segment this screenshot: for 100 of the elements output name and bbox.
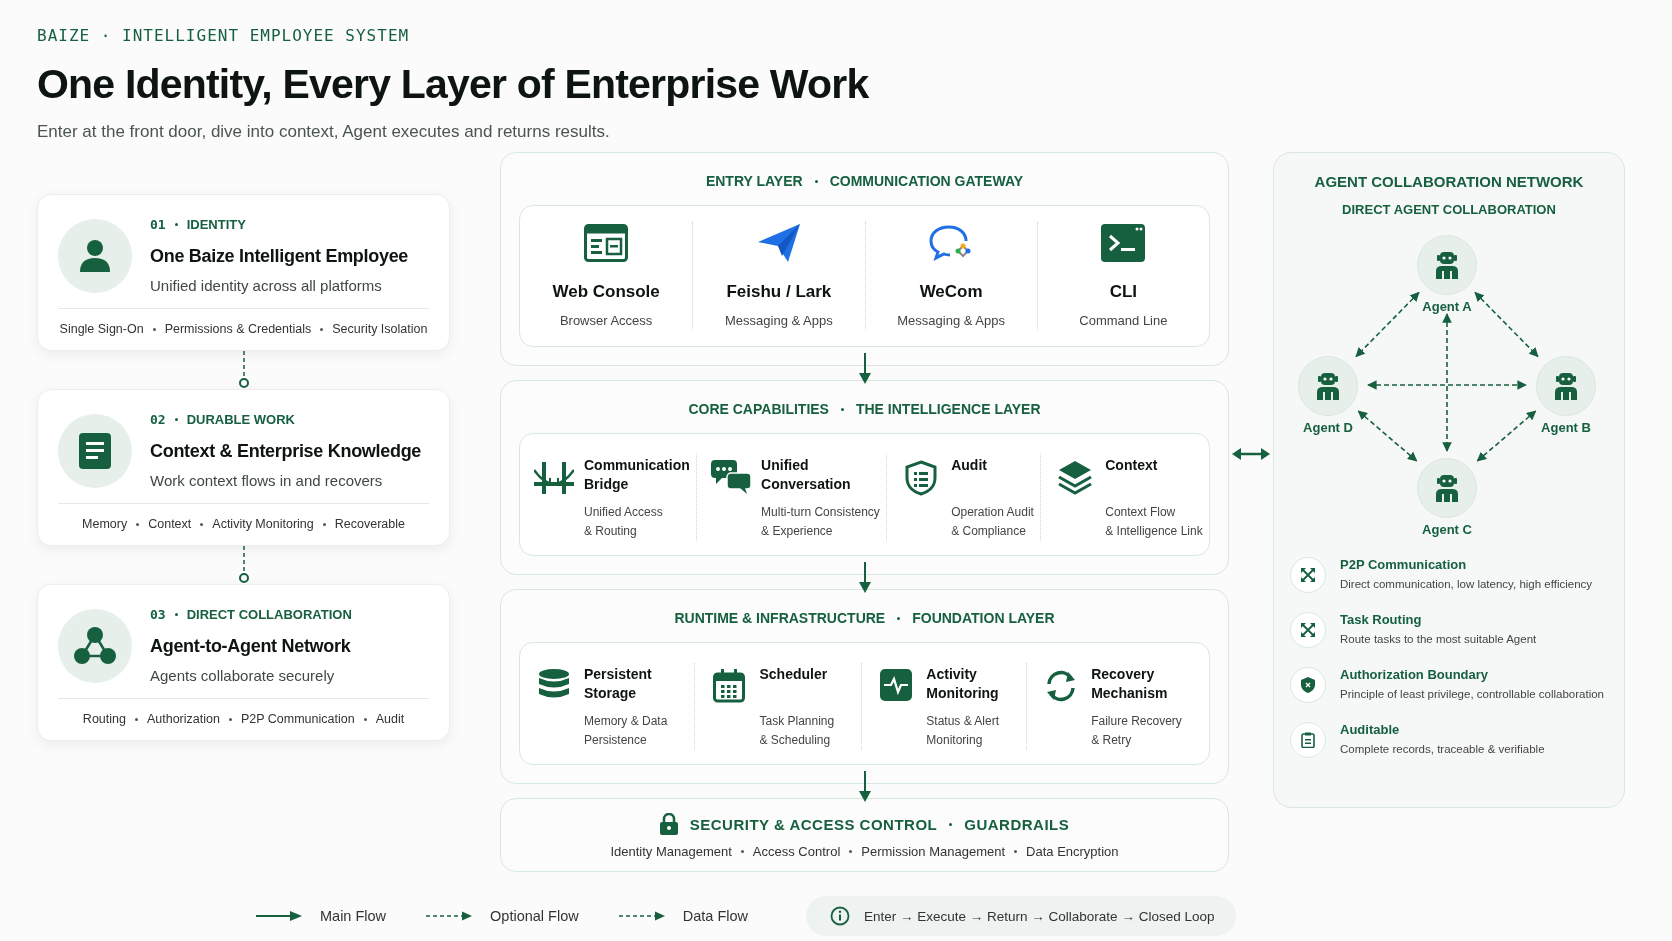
lock-icon — [659, 813, 678, 835]
module-name: Context — [1105, 456, 1159, 475]
layer-heading: CORE CAPABILITIES — [688, 401, 829, 417]
separator-dot — [840, 407, 844, 411]
pillar-tag: Memory — [82, 517, 128, 531]
pillar-title: Context & Enterprise Knowledge — [150, 441, 422, 462]
channel-description: Messaging & Apps — [897, 313, 1005, 328]
pillar-title: Agent-to-Agent Network — [150, 636, 352, 657]
robot-icon — [1314, 372, 1342, 400]
feature-description: Complete records, traceable & verifiable — [1340, 743, 1545, 755]
module-description: Operation Audit & Compliance — [951, 504, 1034, 540]
module-description: Task Planning & Scheduling — [759, 713, 835, 749]
channel-name: WeCom — [919, 282, 983, 302]
calendar-icon — [713, 669, 746, 703]
separator-dot — [200, 522, 204, 526]
network-subtitle: DIRECT AGENT COLLABORATION — [1341, 202, 1557, 217]
pillar-tag: Context — [148, 517, 192, 531]
pillar-tag: Permissions & Credentials — [164, 322, 312, 336]
channel-name: Web Console — [552, 282, 660, 302]
guardrail-tag: Identity Management — [610, 844, 732, 859]
feature-title: Task Routing — [1340, 612, 1423, 627]
channel-name: CLI — [1109, 282, 1138, 302]
info-icon — [830, 906, 850, 926]
loop-note: Enter → Execute → Return → Collaborate → Closed Loop — [864, 908, 1215, 924]
layer-subheading: COMMUNICATION GATEWAY — [829, 173, 1024, 189]
separator-dot — [136, 522, 140, 526]
page-title: One Identity, Every Layer of Enterprise Work — [37, 61, 870, 108]
agent-name: Agent A — [1422, 299, 1472, 314]
robot-icon — [1433, 474, 1461, 502]
feature-description: Route tasks to the most suitable Agent — [1340, 633, 1537, 645]
channel-description: Command Line — [1079, 313, 1168, 328]
pillar-title: One Baize Intelligent Employee — [150, 246, 409, 267]
module-description: Status & Alert Monitoring — [926, 713, 1000, 749]
layer-subheading: GUARDRAILS — [964, 815, 1070, 833]
pillar-tag: Single Sign-On — [59, 322, 144, 336]
separator-dot — [322, 522, 326, 526]
pillar-tag: Activity Monitoring — [212, 517, 314, 531]
module-description: Unified Access & Routing — [584, 504, 664, 540]
shield-icon — [1301, 677, 1315, 693]
separator-dot — [174, 613, 178, 616]
separator-dot — [363, 717, 367, 721]
document-icon — [79, 433, 111, 469]
paper-plane-icon — [757, 224, 800, 262]
agent-name: Agent D — [1303, 420, 1353, 435]
pillar-number: 01 — [150, 217, 166, 232]
separator-dot — [849, 850, 853, 853]
pulse-icon — [880, 669, 913, 701]
dashed-arrow — [426, 910, 473, 922]
module-name: Scheduler — [759, 665, 829, 684]
network-icon — [73, 626, 117, 666]
pillar-description: Work context flows in and recovers — [150, 472, 384, 489]
layer-subheading: THE INTELLIGENCE LAYER — [855, 401, 1041, 417]
separator-dot — [134, 717, 138, 721]
feature-title: P2P Communication — [1340, 557, 1468, 572]
pillar-description: Agents collaborate securely — [150, 667, 336, 684]
separator-dot — [174, 418, 178, 421]
module-name: Audit — [951, 456, 988, 475]
separator-dot — [897, 616, 901, 620]
pillar-tag: Audit — [375, 712, 405, 726]
channel-name: Feishu / Lark — [726, 282, 832, 302]
browser-icon — [584, 224, 629, 262]
solid-arrow — [256, 910, 302, 922]
dashed-double-arrow — [1476, 410, 1537, 462]
pillar-category: IDENTITY — [186, 217, 246, 232]
module-name: Communication Bridge — [584, 456, 690, 494]
legend-label: Optional Flow — [490, 908, 579, 924]
layer-heading: ENTRY LAYER — [705, 173, 803, 189]
feature-title: Authorization Boundary — [1340, 667, 1490, 682]
agent-name: Agent C — [1422, 522, 1472, 537]
layer-heading: SECURITY & ACCESS CONTROL — [689, 815, 938, 833]
separator-dot — [152, 327, 156, 331]
pillar-tag: P2P Communication — [240, 712, 355, 726]
cross-arrows-icon — [1300, 622, 1316, 638]
feature-title: Auditable — [1340, 722, 1401, 737]
network-title: AGENT COLLABORATION NETWORK — [1313, 173, 1585, 190]
separator-dot — [228, 717, 232, 721]
dashed-double-arrow — [1474, 291, 1539, 358]
module-description: Memory & Data Persistence — [584, 713, 668, 749]
down-arrow — [857, 353, 872, 385]
module-description: Multi-turn Consistency & Experience — [761, 504, 880, 540]
module-name: Persistent Storage — [584, 665, 653, 703]
dashed-double-arrow — [1355, 291, 1420, 358]
channel-description: Messaging & Apps — [725, 313, 833, 328]
down-arrow — [857, 562, 872, 594]
feature-description: Principle of least privilege, controllable collaboration — [1340, 688, 1604, 700]
pillar-tag: Recoverable — [334, 517, 405, 531]
pillar-tag: Routing — [82, 712, 126, 726]
page-subtitle: Enter at the front door, dive into context, Agent executes and returns results. — [37, 122, 611, 142]
separator-dot — [814, 179, 818, 183]
robot-icon — [1552, 372, 1580, 400]
pillar-number: 02 — [150, 412, 166, 427]
pillar-category: DURABLE WORK — [186, 412, 295, 427]
chat-icon — [711, 460, 752, 494]
robot-icon — [1433, 251, 1461, 279]
module-description: Failure Recovery & Retry — [1091, 713, 1182, 749]
separator-dot — [1014, 850, 1018, 853]
dashed-arrow — [618, 910, 665, 922]
separator-dot — [174, 223, 178, 226]
bridge-icon — [534, 460, 574, 494]
guardrail-tag: Permission Management — [861, 844, 1006, 859]
